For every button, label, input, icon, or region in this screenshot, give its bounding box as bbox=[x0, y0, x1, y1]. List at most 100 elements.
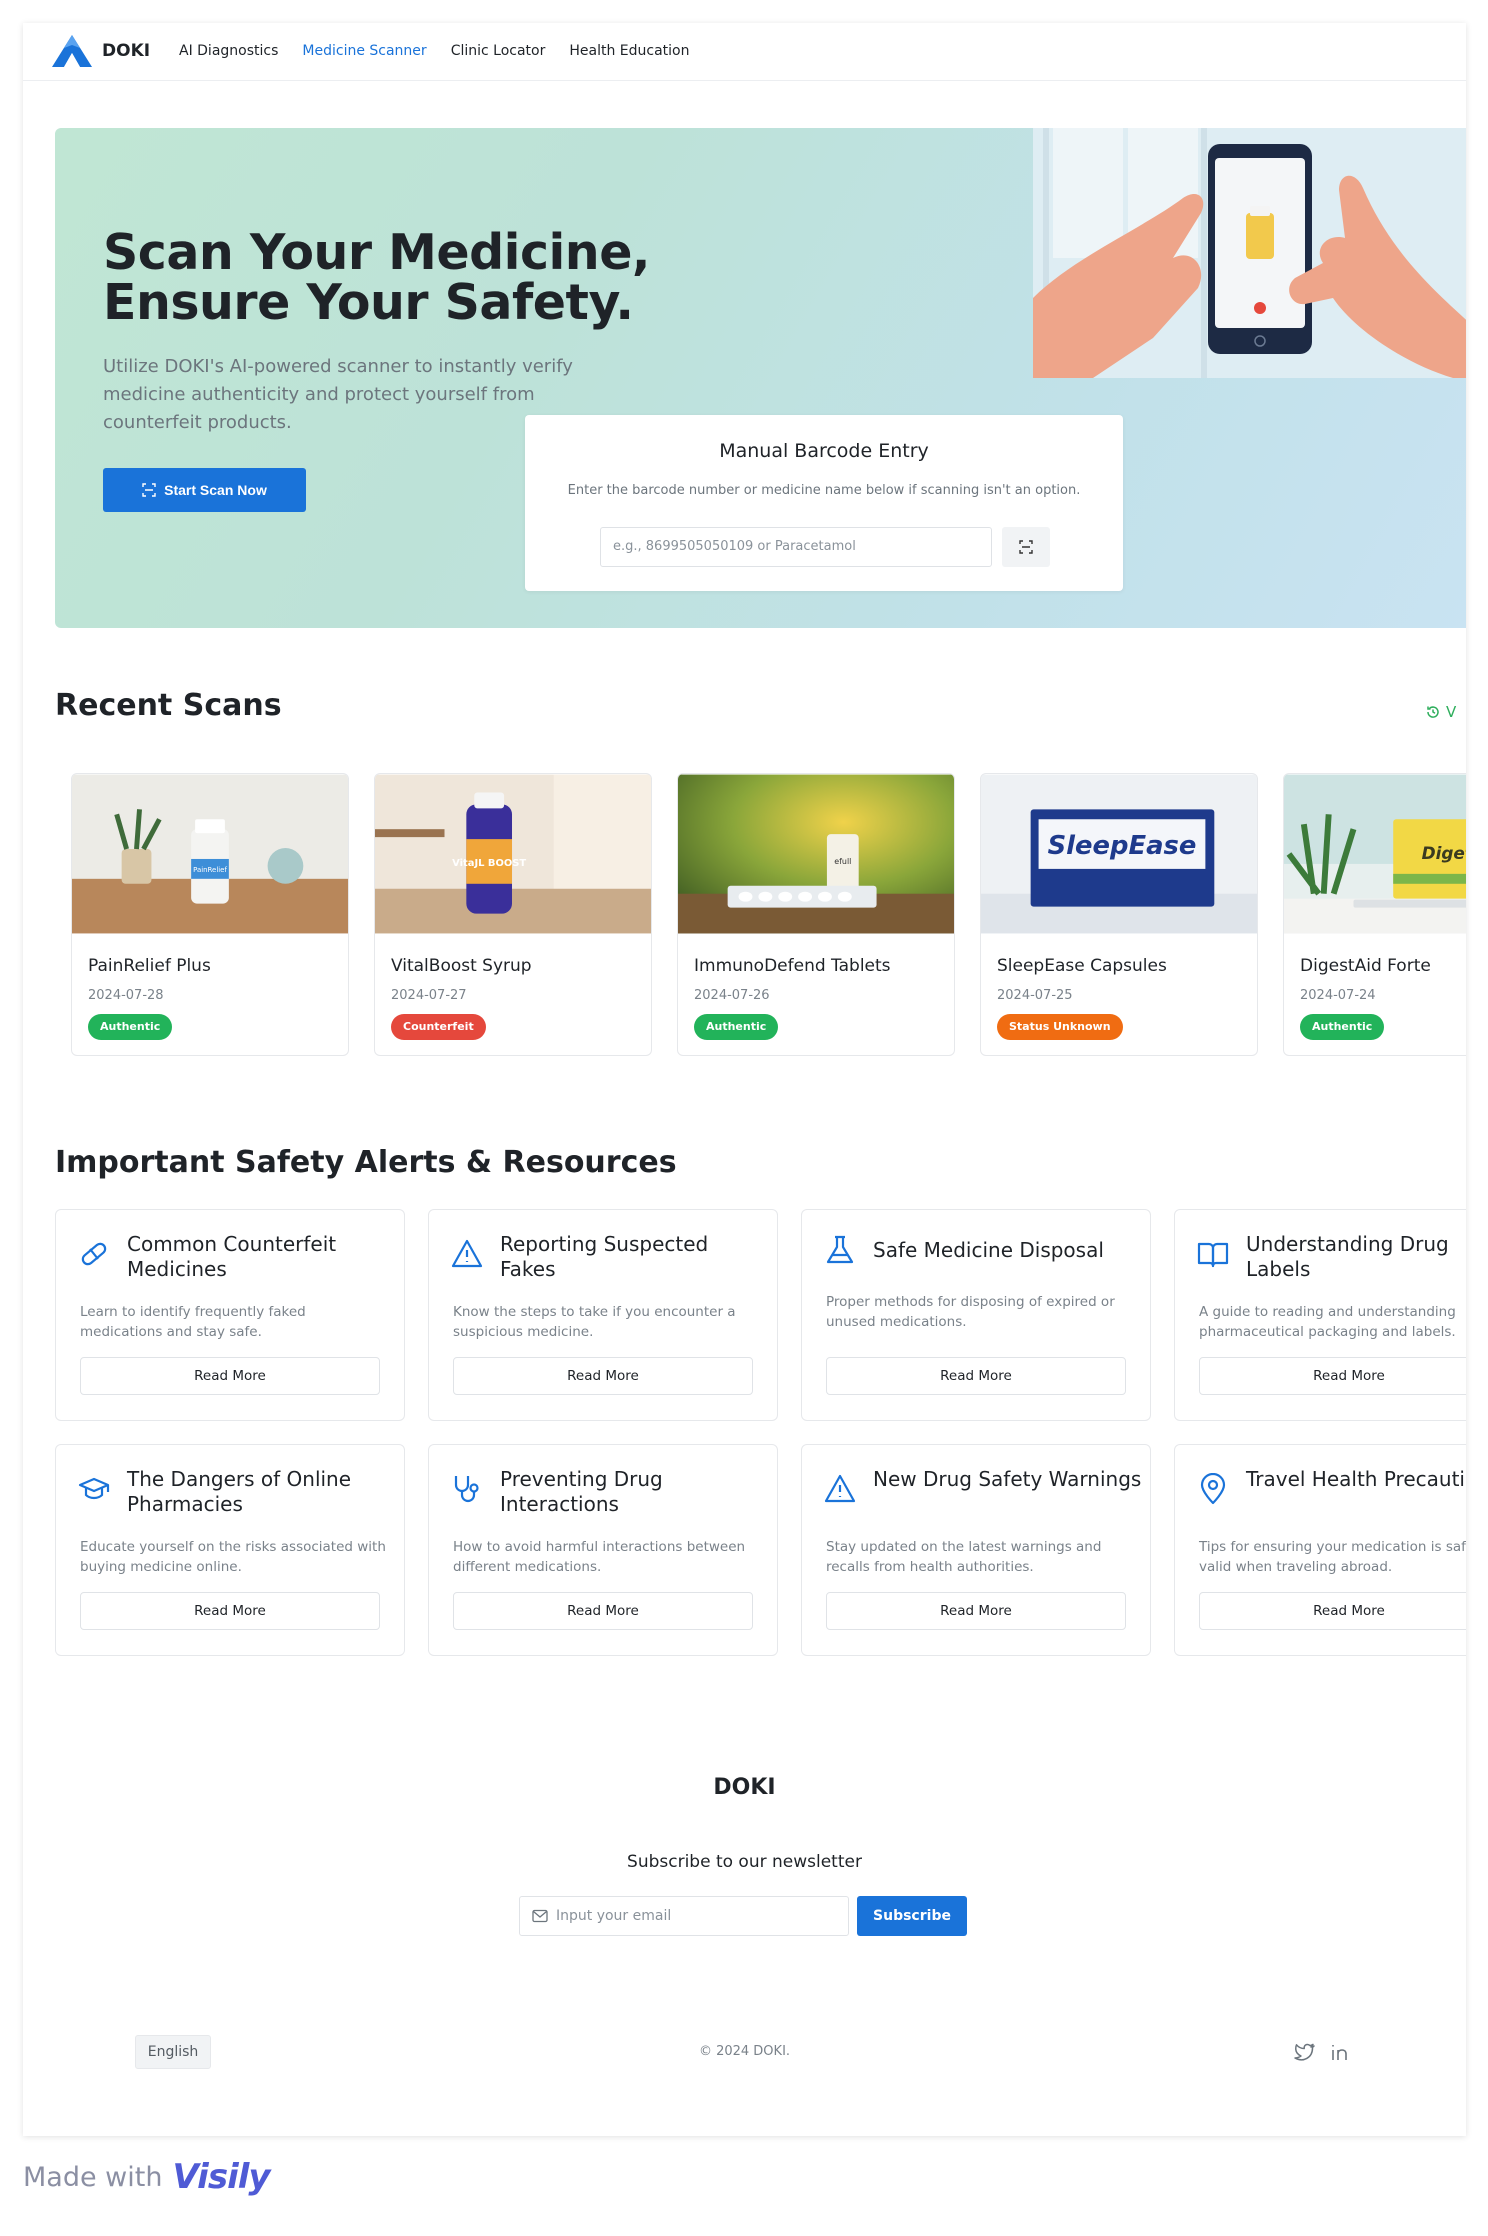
history-icon bbox=[1427, 706, 1439, 718]
doki-logo-icon bbox=[52, 35, 92, 67]
view-all-link[interactable]: V bbox=[1426, 703, 1456, 721]
alert-description: A guide to reading and understanding pha… bbox=[1199, 1304, 1456, 1340]
product-label-text: efull bbox=[834, 857, 851, 866]
alert-title: Preventing Drug Interactions bbox=[500, 1467, 663, 1516]
main-nav: AI Diagnostics Medicine Scanner Clinic L… bbox=[179, 43, 689, 59]
manual-barcode-card: Manual Barcode Entry Enter the barcode n… bbox=[525, 415, 1123, 591]
status-badge: Authentic bbox=[694, 1014, 779, 1040]
alert-card: New Drug Safety Warnings Stay updated on… bbox=[801, 1444, 1151, 1656]
scan-card[interactable]: PainRelief PainRelief Plus 2024-07-28 Au… bbox=[71, 773, 349, 1056]
app-page: DOKI AI Diagnostics Medicine Scanner Cli… bbox=[23, 23, 1466, 2136]
alert-description: Educate yourself on the risks associated… bbox=[80, 1539, 386, 1575]
pill-icon bbox=[81, 1242, 107, 1266]
product-image-vitalboost: VitaJL BOOST bbox=[375, 774, 651, 934]
flask-icon bbox=[826, 1235, 854, 1264]
status-badge: Counterfeit bbox=[391, 1014, 486, 1040]
recent-scans-title: Recent Scans bbox=[55, 688, 282, 723]
twitter-icon[interactable] bbox=[1294, 2041, 1316, 2063]
barcode-input[interactable]: e.g., 8699505050109 or Paracetamol bbox=[600, 527, 992, 567]
footer-logo: DOKI bbox=[713, 1775, 776, 1800]
email-placeholder: Input your email bbox=[556, 1908, 672, 1924]
hero-title: Scan Your Medicine, Ensure Your Safety. bbox=[103, 224, 651, 331]
alert-title: New Drug Safety Warnings bbox=[873, 1467, 1142, 1491]
alert-title: Common Counterfeit Medicines bbox=[127, 1232, 337, 1281]
status-badge: Status Unknown bbox=[997, 1014, 1123, 1040]
product-image-digestaid: DigetAid bbox=[1284, 774, 1466, 934]
copyright: © 2024 DOKI. bbox=[698, 2044, 791, 2059]
status-badge: Authentic bbox=[88, 1014, 173, 1040]
scan-name: VitalBoost Syrup bbox=[391, 956, 532, 976]
hero-title-line1: Scan Your Medicine, bbox=[103, 224, 651, 281]
product-image-sleepease: SleepEase bbox=[981, 774, 1257, 934]
read-more-button[interactable]: Read More bbox=[80, 1357, 380, 1395]
manual-entry-title: Manual Barcode Entry bbox=[719, 440, 929, 462]
alert-description: Learn to identify frequently faked medic… bbox=[80, 1304, 306, 1340]
subscribe-button[interactable]: Subscribe bbox=[857, 1896, 967, 1936]
alert-description: Proper methods for disposing of expired … bbox=[826, 1294, 1115, 1330]
product-image-painrelief: PainRelief bbox=[72, 774, 348, 934]
alert-card: Safe Medicine Disposal Proper methods fo… bbox=[801, 1209, 1151, 1421]
alert-card: Preventing Drug Interactions How to avoi… bbox=[428, 1444, 778, 1656]
nav-health-education[interactable]: Health Education bbox=[569, 43, 689, 59]
start-scan-button[interactable]: Start Scan Now bbox=[103, 468, 306, 512]
manual-entry-subtitle: Enter the barcode number or medicine nam… bbox=[567, 483, 1081, 498]
scan-date: 2024-07-28 bbox=[88, 988, 164, 1003]
scan-date: 2024-07-25 bbox=[997, 988, 1073, 1003]
location-pin-icon bbox=[1200, 1473, 1226, 1505]
product-label-text: PainRelief bbox=[193, 866, 227, 874]
newsletter-email-input[interactable]: Input your email bbox=[519, 1896, 849, 1936]
scan-date: 2024-07-24 bbox=[1300, 988, 1376, 1003]
scan-name: DigestAid Forte bbox=[1300, 956, 1431, 976]
visily-logo: Visily bbox=[172, 2157, 270, 2197]
scan-name: PainRelief Plus bbox=[88, 956, 211, 976]
made-with-text: Made with bbox=[23, 2161, 163, 2193]
read-more-button[interactable]: Read More bbox=[1199, 1592, 1466, 1630]
logo[interactable]: DOKI bbox=[50, 33, 150, 69]
scan-icon bbox=[142, 483, 156, 497]
linkedin-icon[interactable] bbox=[1329, 2041, 1351, 2063]
scan-card[interactable]: SleepEase SleepEase Capsules 2024-07-25 … bbox=[980, 773, 1258, 1056]
hands-phone-image bbox=[1033, 128, 1466, 378]
product-image-immunodefend: efull bbox=[678, 774, 954, 934]
start-scan-label: Start Scan Now bbox=[164, 482, 267, 498]
scan-date: 2024-07-27 bbox=[391, 988, 467, 1003]
scan-date: 2024-07-26 bbox=[694, 988, 770, 1003]
alert-title: Safe Medicine Disposal bbox=[873, 1238, 1104, 1262]
read-more-button[interactable]: Read More bbox=[453, 1357, 753, 1395]
phone-scanning-illustration bbox=[1033, 128, 1466, 378]
product-label-text: SleepEase bbox=[1048, 831, 1197, 861]
nav-ai-diagnostics[interactable]: AI Diagnostics bbox=[179, 43, 278, 59]
alert-description: How to avoid harmful interactions betwee… bbox=[453, 1539, 746, 1575]
alert-description: Tips for ensuring your medication is saf… bbox=[1199, 1539, 1466, 1575]
warning-triangle-icon bbox=[824, 1474, 856, 1503]
scan-card[interactable]: efull ImmunoDefend Tablets 2024-07-26 Au… bbox=[677, 773, 955, 1056]
alert-card: Common Counterfeit Medicines Learn to id… bbox=[55, 1209, 405, 1421]
alert-card: Understanding Drug Labels A guide to rea… bbox=[1174, 1209, 1466, 1421]
alert-card: Travel Health Precautions Tips for ensur… bbox=[1174, 1444, 1466, 1656]
read-more-button[interactable]: Read More bbox=[1199, 1357, 1466, 1395]
warning-triangle-icon bbox=[451, 1239, 483, 1268]
graduation-cap-icon bbox=[78, 1477, 110, 1500]
logo-text: DOKI bbox=[102, 41, 151, 61]
scan-card[interactable]: VitaJL BOOST VitalBoost Syrup 2024-07-27… bbox=[374, 773, 652, 1056]
read-more-button[interactable]: Read More bbox=[826, 1592, 1126, 1630]
read-more-button[interactable]: Read More bbox=[826, 1357, 1126, 1395]
scan-card[interactable]: DigetAid DigestAid Forte 2024-07-24 Auth… bbox=[1283, 773, 1466, 1056]
alert-card: Reporting Suspected Fakes Know the steps… bbox=[428, 1209, 778, 1421]
top-navbar: DOKI AI Diagnostics Medicine Scanner Cli… bbox=[23, 23, 1466, 81]
open-book-icon bbox=[1197, 1242, 1229, 1268]
nav-clinic-locator[interactable]: Clinic Locator bbox=[451, 43, 546, 59]
made-with-watermark: Made with Visily bbox=[23, 2157, 271, 2197]
nav-medicine-scanner[interactable]: Medicine Scanner bbox=[302, 43, 426, 59]
alert-title: Travel Health Precautions bbox=[1246, 1467, 1466, 1491]
read-more-button[interactable]: Read More bbox=[80, 1592, 380, 1630]
stethoscope-icon bbox=[454, 1476, 479, 1503]
view-all-label: V bbox=[1446, 703, 1457, 721]
status-badge: Authentic bbox=[1300, 1014, 1385, 1040]
barcode-scan-button[interactable] bbox=[1002, 527, 1050, 567]
alert-card: The Dangers of Online Pharmacies Educate… bbox=[55, 1444, 405, 1656]
read-more-button[interactable]: Read More bbox=[453, 1592, 753, 1630]
alert-description: Know the steps to take if you encounter … bbox=[453, 1304, 736, 1340]
hero-title-line2: Ensure Your Safety. bbox=[103, 274, 634, 331]
newsletter-title: Subscribe to our newsletter bbox=[627, 1852, 862, 1872]
